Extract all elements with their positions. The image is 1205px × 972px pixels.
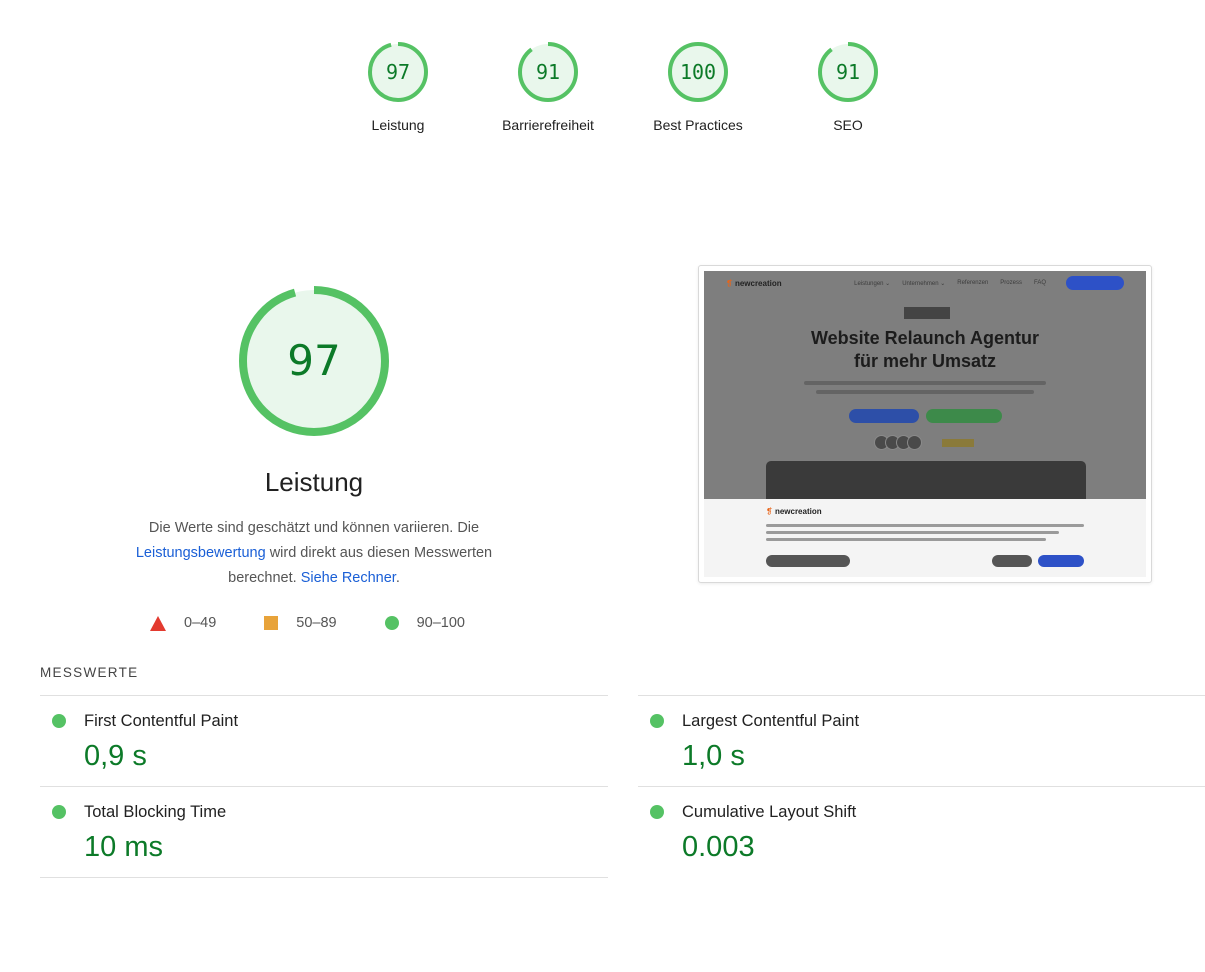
square-icon [264,616,279,630]
metric-value: 0.003 [682,831,755,863]
gauge-score: 91 [536,60,560,84]
preview-body-text [804,381,1046,399]
preview-button-whatsapp [926,409,1002,423]
preview-nav-item: Unternehmen ⌄ [902,280,946,287]
preview-button-primary [849,409,919,423]
preview-headline: Website Relaunch Agentur für mehr Umsatz [810,328,1040,371]
final-screenshot[interactable]: ❡ newcreation Leistungen ⌄ Unternehmen ⌄… [698,265,1152,583]
leistungsbewertung-link[interactable]: Leistungsbewertung [136,545,266,561]
legend-range: 90–100 [416,615,465,631]
preview-rating [942,439,974,447]
gauge-score: 100 [680,60,716,84]
metric-title: Total Blocking Time [84,803,227,821]
gauge-best-practices[interactable]: 100 Best Practices [623,40,773,133]
legend-fail: 0–49 [150,615,216,631]
gauge-label: Best Practices [653,117,743,133]
legend-average: 50–89 [264,615,337,631]
triangle-icon [150,615,166,631]
gauge-leistung[interactable]: 97 Leistung [323,40,473,133]
performance-gauge: 97 [239,286,389,436]
pass-circle-icon [650,805,664,819]
preview-cookie-logo: ❡ newcreation [766,507,822,516]
gauge-score: 91 [836,60,860,84]
gauge-ring: 100 [668,42,728,102]
score-gauges: 97 Leistung 91 Barrierefreiheit 100 Best… [323,40,923,133]
performance-description: Die Werte sind geschätzt und können vari… [100,516,528,591]
metric-title: Cumulative Layout Shift [682,803,857,821]
metric-value: 10 ms [84,831,163,863]
metrics-divider [40,877,608,878]
metric-title: First Contentful Paint [84,712,239,730]
description-text: Die Werte sind geschätzt und können vari… [148,520,480,536]
metric-title: Largest Contentful Paint [682,712,860,730]
gauge-ring: 91 [818,42,878,102]
performance-score: 97 [287,336,340,385]
gauge-label: Leistung [371,117,425,133]
preview-nav-links: Leistungen ⌄ Unternehmen ⌄ Referenzen Pr… [842,280,1046,287]
pass-circle-icon [650,714,664,728]
metric-lcp: Largest Contentful Paint 1,0 s [638,695,1205,786]
gauge-ring: 97 [368,42,428,102]
pass-circle-icon [52,714,66,728]
preview-logo: ❡ newcreation [726,278,782,288]
gauge-seo[interactable]: 91 SEO [773,40,923,133]
screenshot-image: ❡ newcreation Leistungen ⌄ Unternehmen ⌄… [704,271,1146,577]
preview-avatars [874,435,922,450]
performance-title: Leistung [264,467,364,497]
metric-cls: Cumulative Layout Shift 0.003 [638,786,1205,877]
gauge-ring: 91 [518,42,578,102]
legend-range: 50–89 [296,615,337,631]
gauge-barrierefreiheit[interactable]: 91 Barrierefreiheit [473,40,623,133]
preview-nav-item: Prozess [1000,279,1022,286]
circle-icon [384,616,399,630]
legend-pass: 90–100 [384,615,465,631]
preview-badge [904,307,950,319]
metric-fcp: First Contentful Paint 0,9 s [40,695,608,786]
preview-navbar: ❡ newcreation Leistungen ⌄ Unternehmen ⌄… [704,271,1146,295]
gauge-label: Barrierefreiheit [502,117,594,133]
metric-value: 1,0 s [682,740,745,772]
pass-circle-icon [52,805,66,819]
metrics-heading: MESSWERTE [40,665,139,680]
description-end: . [395,570,400,586]
rechner-link[interactable]: Siehe Rechner [301,570,396,586]
preview-cookie-banner: ❡ newcreation [704,499,1146,577]
preview-nav-item: Referenzen [957,279,989,286]
legend-range: 0–49 [184,615,217,631]
preview-cta-button [1066,276,1124,290]
preview-nav-item: FAQ [1033,279,1046,286]
preview-cookie-buttons [766,555,1084,567]
metric-tbt: Total Blocking Time 10 ms [40,786,608,877]
gauge-label: SEO [833,117,863,133]
metric-value: 0,9 s [84,740,147,772]
preview-nav-item: Leistungen ⌄ [854,280,891,287]
score-legend: 0–49 50–89 90–100 [150,615,465,631]
gauge-score: 97 [386,60,410,84]
